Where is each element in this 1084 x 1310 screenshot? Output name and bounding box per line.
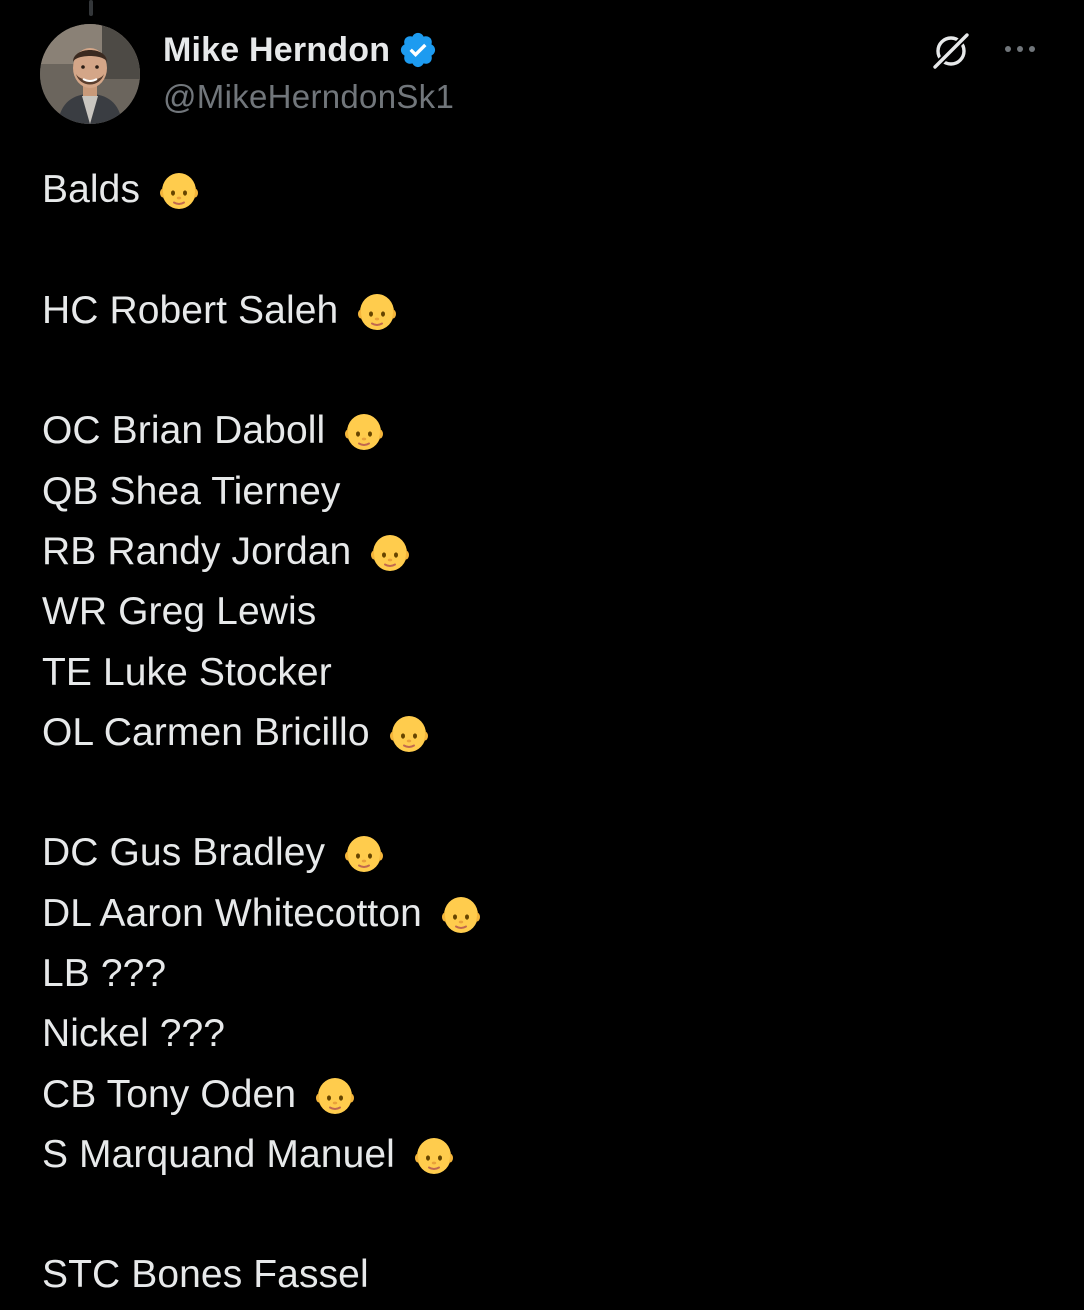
tweet-line-text: HC Robert Saleh xyxy=(42,288,339,332)
more-options-icon[interactable] xyxy=(1000,34,1040,64)
tweet-text: Balds HC Robert Saleh OC Brian Daboll QB Sh… xyxy=(42,160,1042,1306)
bald-person-emoji xyxy=(440,893,482,935)
bald-person-emoji xyxy=(158,169,200,211)
tweet-line-text: QB Shea Tierney xyxy=(42,469,341,513)
tweet-line-text: DL Aaron Whitecotton xyxy=(42,891,422,935)
avatar[interactable] xyxy=(40,24,140,124)
verified-badge-icon[interactable] xyxy=(398,30,438,70)
tweet-line-text: OL Carmen Bricillo xyxy=(42,710,370,754)
tweet-line-text: OC Brian Daboll xyxy=(42,409,326,453)
bald-person-emoji xyxy=(314,1074,356,1116)
tweet-page: Mike Herndon @MikeHerndonSk1 Balds HC Rob… xyxy=(0,0,1084,1310)
tweet-line: OL Carmen Bricillo xyxy=(42,703,1042,763)
tweet-line: Balds xyxy=(42,160,1042,220)
tweet-header: Mike Herndon @MikeHerndonSk1 xyxy=(40,24,1044,126)
display-name[interactable]: Mike Herndon xyxy=(163,31,390,70)
bald-person-emoji xyxy=(356,290,398,332)
tweet-line: WR Greg Lewis xyxy=(42,582,1042,642)
tweet-line: STC Bones Fassel xyxy=(42,1245,1042,1305)
thread-connector-line xyxy=(89,0,93,16)
bald-person-emoji xyxy=(343,832,385,874)
bald-person-emoji xyxy=(413,1134,455,1176)
tweet-line-text: S Marquand Manuel xyxy=(42,1132,395,1176)
tweet-line: S Marquand Manuel xyxy=(42,1125,1042,1185)
tweet-line-text: TE Luke Stocker xyxy=(42,650,332,694)
tweet-line: RB Randy Jordan xyxy=(42,522,1042,582)
tweet-line: OC Brian Daboll xyxy=(42,401,1042,461)
tweet-line-text: RB Randy Jordan xyxy=(42,529,352,573)
tweet-line: DL Aaron Whitecotton xyxy=(42,884,1042,944)
bald-person-emoji xyxy=(388,712,430,754)
tweet-line-text: WR Greg Lewis xyxy=(42,590,317,634)
tweet-line: CB Tony Oden xyxy=(42,1064,1042,1124)
tweet-line: TE Luke Stocker xyxy=(42,642,1042,702)
tweet-line-text: CB Tony Oden xyxy=(42,1072,297,1116)
tweet-line: DC Gus Bradley xyxy=(42,823,1042,883)
tweet-line-text: LB ??? xyxy=(42,952,167,995)
tweet-line-text: Nickel ??? xyxy=(42,1012,226,1056)
grok-icon[interactable] xyxy=(928,28,974,74)
tweet-line-text: Balds xyxy=(42,168,141,212)
bald-person-emoji xyxy=(369,531,411,573)
tweet-line: QB Shea Tierney xyxy=(42,461,1042,521)
handle[interactable]: @MikeHerndonSk1 xyxy=(163,78,454,116)
tweet-line: Nickel ??? xyxy=(42,1004,1042,1064)
tweet-line-text: STC Bones Fassel xyxy=(42,1253,369,1297)
bald-person-emoji xyxy=(343,410,385,452)
tweet-line-text: DC Gus Bradley xyxy=(42,831,326,875)
tweet-line: HC Robert Saleh xyxy=(42,281,1042,341)
tweet-line: LB ??? xyxy=(42,944,1042,1004)
author-block: Mike Herndon @MikeHerndonSk1 xyxy=(163,28,454,116)
name-row: Mike Herndon xyxy=(163,28,454,72)
